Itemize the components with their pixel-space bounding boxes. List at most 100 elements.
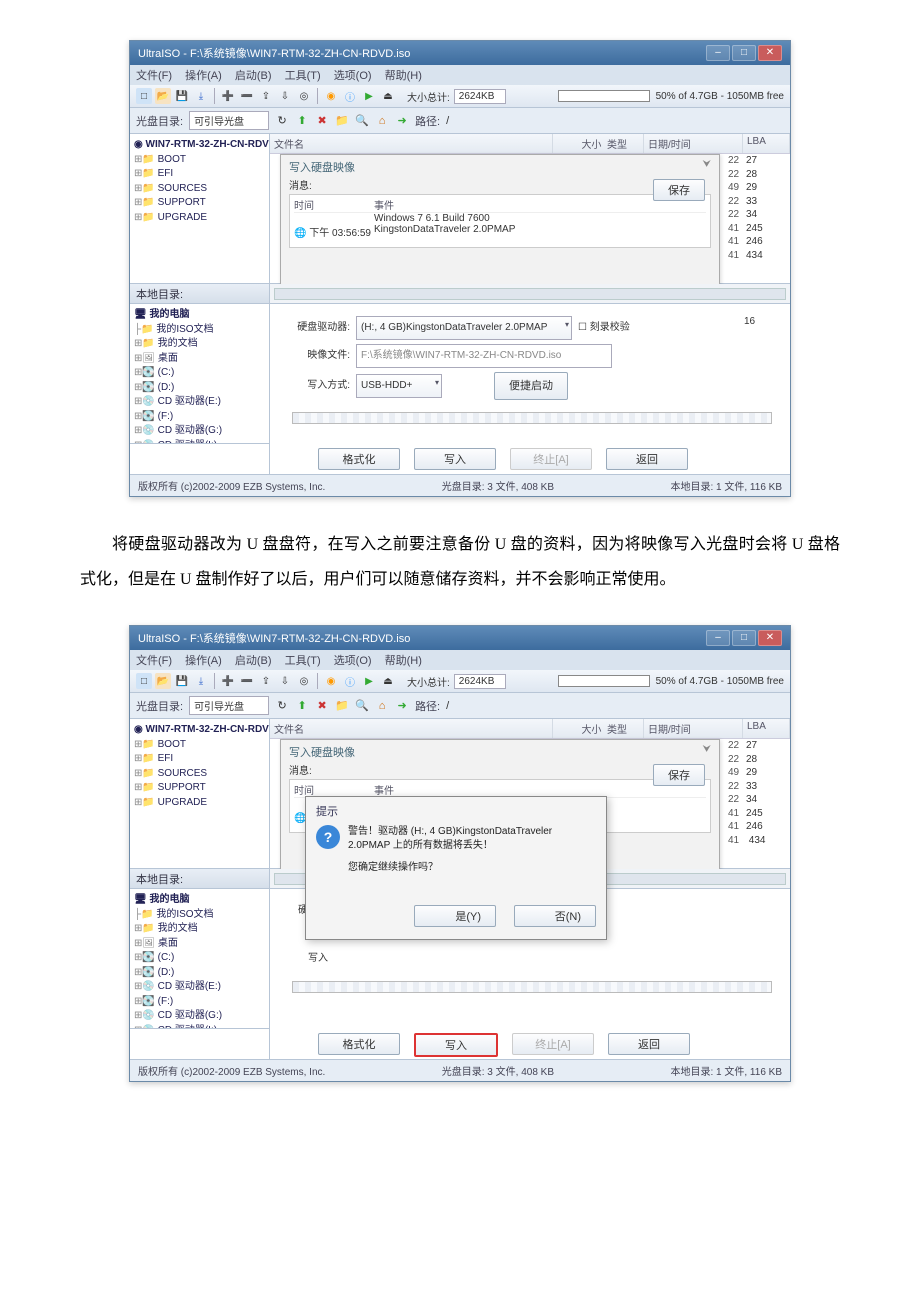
iso-node[interactable]: EFI: [158, 168, 174, 179]
disc-type-field[interactable]: 可引导光盘: [189, 696, 269, 715]
add-icon[interactable]: ➕: [220, 673, 236, 689]
iso-tree[interactable]: ◉ WIN7-RTM-32-ZH-CN-RDVD ⊞📁 BOOT ⊞📁 EFI …: [130, 719, 270, 869]
save-log-button[interactable]: 保存: [653, 764, 705, 786]
add-icon[interactable]: ➕: [220, 88, 236, 104]
menu-boot[interactable]: 启动(B): [235, 70, 272, 82]
play-icon[interactable]: ▶: [361, 88, 377, 104]
local-node[interactable]: 我的ISO文档: [156, 324, 213, 335]
remove-icon[interactable]: ➖: [239, 88, 255, 104]
newfolder-icon[interactable]: 📁: [335, 114, 349, 128]
menu-options[interactable]: 选项(O): [334, 70, 372, 82]
compress-icon[interactable]: ⇩: [277, 673, 293, 689]
local-node[interactable]: (D:): [158, 382, 175, 393]
go-icon[interactable]: ➜: [395, 114, 409, 128]
format-button[interactable]: 格式化: [318, 448, 400, 470]
refresh-icon[interactable]: ↻: [275, 699, 289, 713]
eject-icon[interactable]: ⏏: [380, 673, 396, 689]
newfolder-icon[interactable]: 📁: [335, 699, 349, 713]
iso-node[interactable]: BOOT: [158, 154, 186, 165]
close-button[interactable]: ✕: [758, 45, 782, 61]
local-root[interactable]: 我的电脑: [149, 309, 189, 320]
col-filename[interactable]: 文件名: [270, 134, 553, 153]
local-node[interactable]: (C:): [158, 367, 175, 378]
col-size[interactable]: 大小: [581, 140, 601, 151]
col-date[interactable]: 日期/时间: [644, 134, 743, 153]
mount-icon[interactable]: ◎: [296, 673, 312, 689]
iso-node[interactable]: SUPPORT: [158, 197, 206, 208]
image-path-field[interactable]: F:\系统镜像\WIN7-RTM-32-ZH-CN-RDVD.iso: [356, 344, 612, 368]
local-tree[interactable]: 🖥 我的电脑 ├📁 我的ISO文档 ⊞📁 我的文档 ⊞🖼 桌面 ⊞💽 (C:) …: [130, 304, 270, 444]
yes-button[interactable]: 是(Y): [414, 905, 496, 927]
remove-icon[interactable]: ➖: [239, 673, 255, 689]
menu-file[interactable]: 文件(F): [136, 70, 172, 82]
local-node[interactable]: 桌面: [158, 353, 178, 364]
close-button[interactable]: ✕: [758, 630, 782, 646]
find-icon[interactable]: 🔍: [355, 114, 369, 128]
dialog-collapse-icon[interactable]: ⮟: [703, 744, 712, 755]
find-icon[interactable]: 🔍: [355, 699, 369, 713]
minimize-button[interactable]: –: [706, 45, 730, 61]
local-node[interactable]: 我的文档: [158, 338, 198, 349]
col-lba[interactable]: LBA: [743, 134, 790, 153]
new-icon[interactable]: □: [136, 88, 152, 104]
iso-node[interactable]: UPGRADE: [158, 212, 207, 223]
menu-action[interactable]: 操作(A): [185, 70, 222, 82]
go-icon[interactable]: ➜: [395, 699, 409, 713]
menu-help[interactable]: 帮助(H): [385, 70, 422, 82]
eject-icon[interactable]: ⏏: [380, 88, 396, 104]
local-node[interactable]: CD 驱动器(G:): [158, 425, 222, 436]
write-button[interactable]: 写入: [414, 448, 496, 470]
iso-tree[interactable]: ◉ WIN7-RTM-32-ZH-CN-RDVD ⊞📁 BOOT ⊞📁 EFI …: [130, 134, 270, 284]
menu-action[interactable]: 操作(A): [185, 655, 222, 667]
up-icon[interactable]: ⬆: [295, 699, 309, 713]
menu-options[interactable]: 选项(O): [334, 655, 372, 667]
info-icon[interactable]: ⓘ: [342, 88, 358, 104]
local-node[interactable]: (F:): [158, 411, 174, 422]
maximize-button[interactable]: □: [732, 630, 756, 646]
refresh-icon[interactable]: ↻: [275, 114, 289, 128]
method-select[interactable]: USB-HDD+: [356, 374, 442, 398]
burn-icon[interactable]: ◉: [323, 88, 339, 104]
save-log-button[interactable]: 保存: [653, 179, 705, 201]
back-button[interactable]: 返回: [606, 448, 688, 470]
menu-tools[interactable]: 工具(T): [285, 655, 321, 667]
open-icon[interactable]: 📂: [155, 673, 171, 689]
local-tree[interactable]: 🖥 我的电脑 ├📁 我的ISO文档 ⊞📁 我的文档 ⊞🖼 桌面 ⊞💽 (C:) …: [130, 889, 270, 1029]
saveas-icon[interactable]: ⤓: [193, 673, 209, 689]
save-icon[interactable]: 💾: [174, 88, 190, 104]
menu-help[interactable]: 帮助(H): [385, 655, 422, 667]
home-icon[interactable]: ⌂: [375, 699, 389, 713]
format-button[interactable]: 格式化: [318, 1033, 400, 1055]
back-button[interactable]: 返回: [608, 1033, 690, 1055]
extract-icon[interactable]: ⇪: [258, 88, 274, 104]
burn-icon[interactable]: ◉: [323, 673, 339, 689]
iso-node[interactable]: SOURCES: [158, 183, 207, 194]
info-icon[interactable]: ⓘ: [342, 673, 358, 689]
home-icon[interactable]: ⌂: [375, 114, 389, 128]
quick-boot-button[interactable]: 便捷启动: [494, 372, 568, 400]
col-type[interactable]: 类型: [607, 140, 627, 151]
delete-icon[interactable]: ✖: [315, 699, 329, 713]
saveas-icon[interactable]: ⤓: [193, 88, 209, 104]
disc-type-field[interactable]: 可引导光盘: [189, 111, 269, 130]
drive-select[interactable]: (H:, 4 GB)KingstonDataTraveler 2.0PMAP: [356, 316, 572, 340]
up-icon[interactable]: ⬆: [295, 114, 309, 128]
save-icon[interactable]: 💾: [174, 673, 190, 689]
local-node[interactable]: CD 驱动器(E:): [158, 396, 221, 407]
delete-icon[interactable]: ✖: [315, 114, 329, 128]
iso-root[interactable]: WIN7-RTM-32-ZH-CN-RDVD: [146, 139, 270, 150]
menu-file[interactable]: 文件(F): [136, 655, 172, 667]
menu-tools[interactable]: 工具(T): [285, 70, 321, 82]
mount-icon[interactable]: ◎: [296, 88, 312, 104]
play-icon[interactable]: ▶: [361, 673, 377, 689]
extract-icon[interactable]: ⇪: [258, 673, 274, 689]
new-icon[interactable]: □: [136, 673, 152, 689]
message-list[interactable]: 时间 事件 Windows 7 6.1 Build 7600 🌐 下午 03:5…: [289, 194, 711, 248]
dialog-collapse-icon[interactable]: ⮟: [703, 159, 712, 170]
maximize-button[interactable]: □: [732, 45, 756, 61]
compress-icon[interactable]: ⇩: [277, 88, 293, 104]
write-button-highlighted[interactable]: 写入: [414, 1033, 498, 1057]
no-button[interactable]: 否(N): [514, 905, 596, 927]
open-icon[interactable]: 📂: [155, 88, 171, 104]
menu-boot[interactable]: 启动(B): [235, 655, 272, 667]
